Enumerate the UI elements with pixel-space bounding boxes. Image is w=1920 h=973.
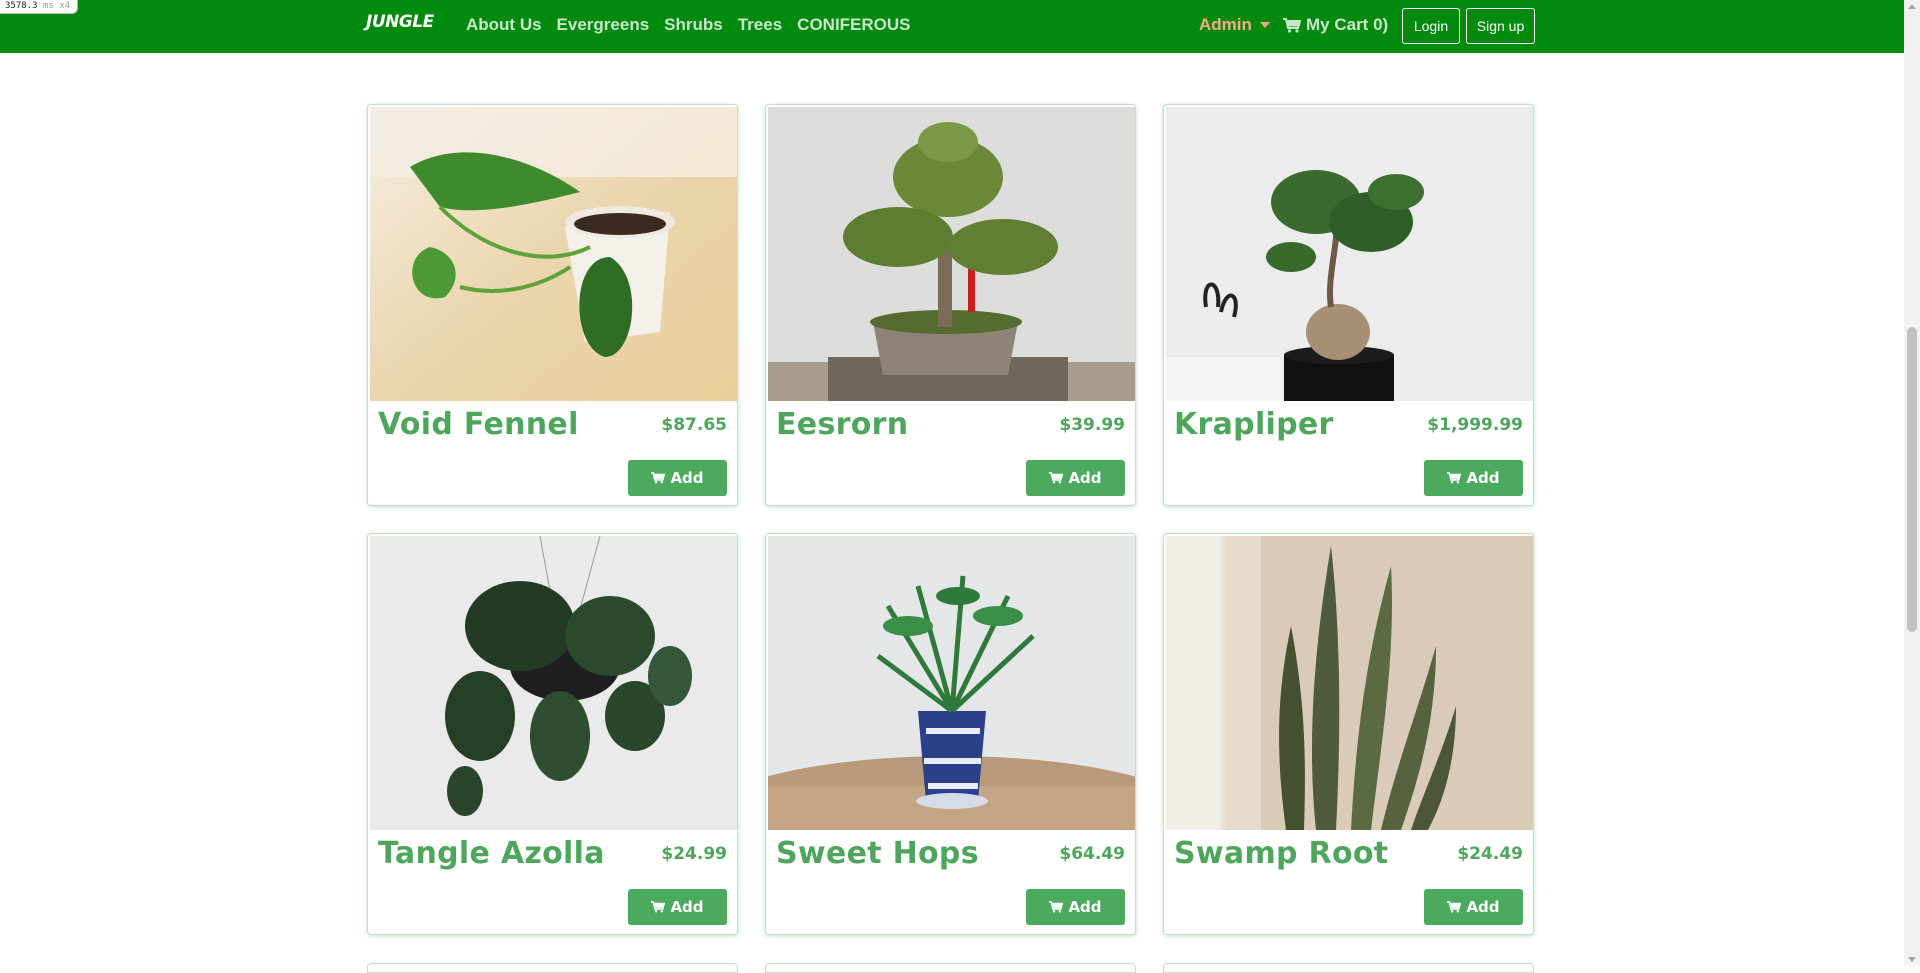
add-button-label: Add bbox=[1466, 898, 1500, 916]
product-image-philodendron[interactable] bbox=[370, 536, 737, 830]
nav-link-about-us[interactable]: About Us bbox=[466, 15, 542, 35]
add-button-label: Add bbox=[670, 898, 704, 916]
product-name[interactable]: Void Fennel bbox=[378, 407, 579, 442]
debug-timer-badge: 3578.3 ms x4 bbox=[0, 0, 78, 14]
brand-logo[interactable]: JUNGLE bbox=[366, 12, 434, 32]
nav-link-evergreens[interactable]: Evergreens bbox=[557, 15, 650, 35]
add-button-label: Add bbox=[670, 469, 704, 487]
product-card-partial bbox=[367, 963, 738, 973]
product-price: $64.49 bbox=[1059, 844, 1125, 864]
product-price: $39.99 bbox=[1059, 415, 1125, 435]
product-card: Void Fennel $87.65 Add bbox=[367, 104, 738, 506]
product-name[interactable]: Eesrorn bbox=[776, 407, 908, 442]
admin-label: Admin bbox=[1199, 15, 1252, 34]
scrollbar-thumb[interactable] bbox=[1907, 327, 1917, 632]
product-price: $24.99 bbox=[661, 844, 727, 864]
vertical-scrollbar[interactable] bbox=[1904, 0, 1920, 966]
nav-link-shrubs[interactable]: Shrubs bbox=[664, 15, 723, 35]
product-card-partial bbox=[1163, 963, 1534, 973]
product-image-pothos[interactable] bbox=[370, 107, 737, 401]
shopping-cart-icon bbox=[1283, 17, 1301, 33]
debug-unit: ms bbox=[42, 1, 54, 11]
add-button-label: Add bbox=[1068, 469, 1102, 487]
shopping-cart-icon bbox=[1049, 472, 1064, 484]
product-card: Krapliper $1,999.99 Add bbox=[1163, 104, 1534, 506]
shopping-cart-icon bbox=[1447, 901, 1462, 913]
product-price: $87.65 bbox=[661, 415, 727, 435]
add-to-cart-button[interactable]: Add bbox=[1424, 889, 1523, 925]
add-to-cart-button[interactable]: Add bbox=[1026, 889, 1125, 925]
product-price: $1,999.99 bbox=[1427, 415, 1523, 435]
product-name[interactable]: Swamp Root bbox=[1174, 836, 1388, 871]
my-cart-label: My Cart 0) bbox=[1306, 15, 1389, 34]
product-image-bonsai[interactable] bbox=[768, 107, 1135, 401]
shopping-cart-icon bbox=[651, 901, 666, 913]
my-cart-link[interactable]: My Cart 0) bbox=[1283, 15, 1388, 35]
admin-dropdown[interactable]: Admin bbox=[1199, 15, 1270, 35]
add-button-label: Add bbox=[1466, 469, 1500, 487]
product-name[interactable]: Tangle Azolla bbox=[378, 836, 605, 871]
scroll-down-arrow-icon[interactable] bbox=[1908, 957, 1916, 962]
product-name[interactable]: Sweet Hops bbox=[776, 836, 979, 871]
sign-up-button[interactable]: Sign up bbox=[1466, 8, 1535, 44]
product-card: Eesrorn $39.99 Add bbox=[765, 104, 1136, 506]
add-to-cart-button[interactable]: Add bbox=[628, 460, 727, 496]
product-image-palm[interactable] bbox=[768, 536, 1135, 830]
shopping-cart-icon bbox=[1049, 901, 1064, 913]
caret-down-icon bbox=[1259, 22, 1270, 28]
nav-link-coniferous[interactable]: CONIFEROUS bbox=[797, 15, 910, 35]
product-image-snake-plant[interactable] bbox=[1166, 536, 1533, 830]
add-to-cart-button[interactable]: Add bbox=[628, 889, 727, 925]
product-card: Swamp Root $24.49 Add bbox=[1163, 533, 1534, 935]
add-to-cart-button[interactable]: Add bbox=[1424, 460, 1523, 496]
add-to-cart-button[interactable]: Add bbox=[1026, 460, 1125, 496]
shopping-cart-icon bbox=[651, 472, 666, 484]
product-card-partial bbox=[765, 963, 1136, 973]
product-card: Tangle Azolla $24.99 Add bbox=[367, 533, 738, 935]
debug-suffix: x4 bbox=[59, 1, 71, 11]
add-button-label: Add bbox=[1068, 898, 1102, 916]
nav-link-trees[interactable]: Trees bbox=[738, 15, 782, 35]
top-navbar: JUNGLE About Us Evergreens Shrubs Trees … bbox=[0, 0, 1904, 53]
product-card: Sweet Hops $64.49 Add bbox=[765, 533, 1136, 935]
product-image-ficus[interactable] bbox=[1166, 107, 1533, 401]
product-name[interactable]: Krapliper bbox=[1174, 407, 1334, 442]
debug-time: 3578.3 bbox=[5, 1, 38, 11]
shopping-cart-icon bbox=[1447, 472, 1462, 484]
login-button[interactable]: Login bbox=[1402, 8, 1460, 44]
scroll-up-arrow-icon[interactable] bbox=[1908, 4, 1916, 9]
product-price: $24.49 bbox=[1457, 844, 1523, 864]
nav-links: About Us Evergreens Shrubs Trees CONIFER… bbox=[466, 15, 911, 35]
